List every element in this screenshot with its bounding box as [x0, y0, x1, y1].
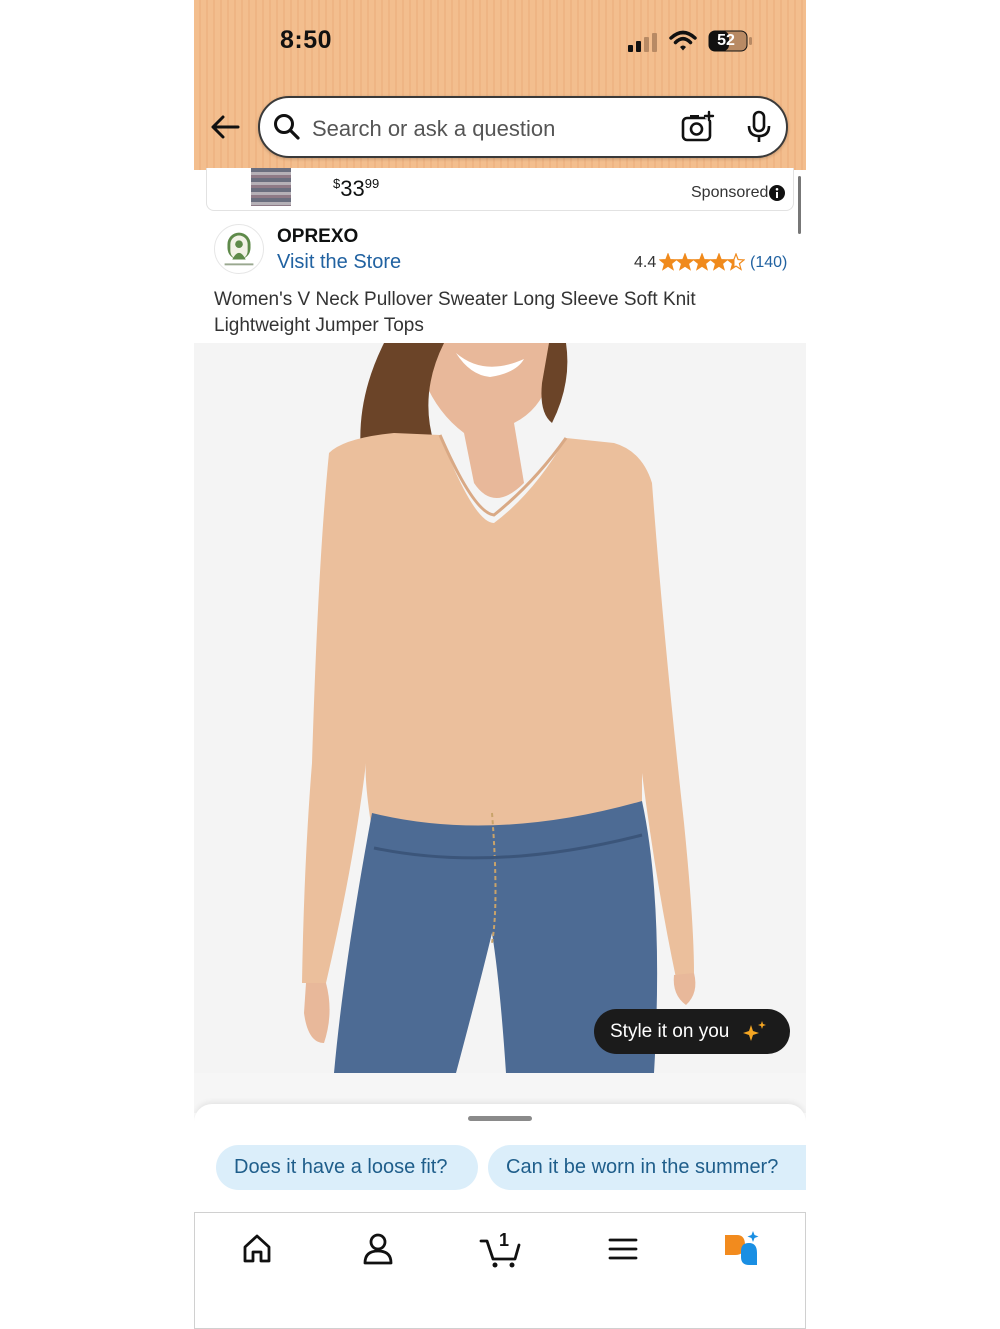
bottom-nav-bar: 1 [194, 1212, 806, 1329]
app-header: 8:50 52 Search or ask a question [194, 0, 806, 170]
sponsored-product-card[interactable]: $3399 Sponsored [206, 168, 794, 211]
wifi-icon [669, 30, 697, 51]
style-it-on-you-button[interactable]: Style it on you [594, 1009, 790, 1054]
search-bar[interactable]: Search or ask a question [258, 96, 788, 158]
search-input[interactable]: Search or ask a question [312, 116, 555, 142]
product-title: Women's V Neck Pullover Sweater Long Sle… [214, 289, 696, 336]
mic-icon[interactable] [744, 110, 774, 144]
rating-star [726, 253, 745, 271]
rating-star [659, 253, 678, 271]
product-image[interactable]: Style it on you [194, 343, 806, 1073]
account-icon[interactable] [358, 1229, 398, 1269]
cart-count: 1 [499, 1230, 509, 1250]
camera-icon[interactable] [680, 110, 716, 144]
rating-star [675, 253, 695, 271]
star-rating-icon[interactable] [659, 253, 745, 271]
sponsored-label: Sponsored [691, 184, 769, 201]
product-photo-illustration [194, 343, 806, 1073]
style-it-on-you-label: Style it on you [610, 1021, 730, 1042]
rating-value: 4.4 [634, 254, 657, 271]
suggestion-chip[interactable]: Does it have a loose fit? [216, 1145, 478, 1190]
rating-star [692, 253, 712, 271]
suggestion-chip[interactable]: Can it be worn in the summer? [488, 1145, 806, 1190]
rating-star [709, 253, 729, 271]
review-count-link[interactable]: (140) [750, 254, 787, 272]
scroll-indicator [798, 176, 801, 234]
sparkle-icon [743, 1021, 766, 1041]
battery-level: 52 [717, 32, 735, 49]
phone-screen: 8:50 52 Search or ask a question $3399 S… [194, 0, 806, 1329]
visit-store-link[interactable]: Visit the Store [277, 251, 401, 274]
search-icon [274, 114, 300, 140]
back-arrow-icon[interactable] [208, 112, 242, 142]
sheet-drag-handle[interactable] [468, 1116, 532, 1121]
home-icon[interactable] [237, 1229, 277, 1269]
sponsored-price: $3399 [333, 176, 380, 201]
info-icon[interactable] [769, 185, 785, 201]
sponsored-product-thumbnail[interactable] [251, 168, 291, 206]
cart-icon[interactable]: 1 [479, 1229, 525, 1269]
rufus-suggestion-sheet[interactable]: Does it have a loose fit? Can it be worn… [194, 1104, 806, 1214]
store-name: OPREXO [277, 226, 359, 247]
signal-icon [628, 33, 657, 52]
status-time: 8:50 [280, 26, 333, 54]
store-logo[interactable] [214, 224, 264, 274]
menu-icon[interactable] [603, 1229, 643, 1269]
rufus-icon[interactable] [721, 1229, 765, 1269]
